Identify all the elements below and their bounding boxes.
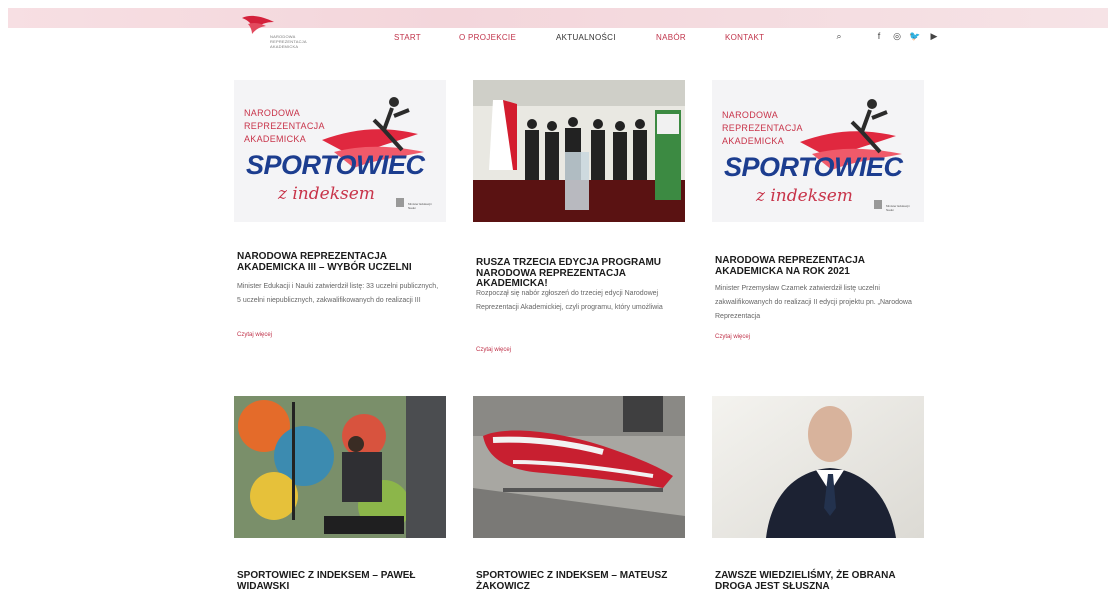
card-title[interactable]: NARODOWA REPREZENTACJA AKADEMICKA NA ROK… bbox=[715, 255, 927, 277]
card-image-sled[interactable] bbox=[473, 396, 685, 538]
read-more-link[interactable]: Czytaj więcej bbox=[476, 347, 511, 353]
news-card: SPORTOWIEC Z INDEKSEM – MATEUSZ ŻAKOWICZ bbox=[473, 396, 685, 591]
nav-nabor[interactable]: NABÓR bbox=[656, 33, 686, 42]
site-header: NARODOWA REPREZENTACJA AKADEMICKA START … bbox=[0, 15, 1116, 62]
search-icon[interactable]: ⌕ bbox=[834, 30, 844, 42]
sled-photo-icon bbox=[473, 396, 685, 538]
facebook-icon[interactable]: f bbox=[874, 30, 884, 42]
card-title[interactable]: NARODOWA REPREZENTACJA AKADEMICKA III – … bbox=[237, 251, 449, 273]
top-banner-strip bbox=[8, 8, 1108, 28]
portrait-photo-icon bbox=[712, 396, 924, 538]
logo-mark-icon bbox=[242, 15, 274, 34]
card-title[interactable]: SPORTOWIEC Z INDEKSEM – MATEUSZ ŻAKOWICZ bbox=[476, 570, 688, 592]
news-card: SPORTOWIEC Z INDEKSEM – PAWEŁ WIDAWSKI bbox=[234, 396, 446, 591]
promo-ministry: Minister Edukacji i Nauki bbox=[886, 204, 911, 212]
card-excerpt: Rozpoczął się nabór zgłoszeń do trzeciej… bbox=[476, 290, 663, 311]
gym-mural-photo-icon bbox=[234, 396, 446, 538]
card-title[interactable]: RUSZA TRZECIA EDYCJA PROGRAMU NARODOWA R… bbox=[476, 257, 688, 290]
site-logo[interactable]: NARODOWA REPREZENTACJA AKADEMICKA bbox=[240, 14, 330, 64]
news-card: NARODOWA REPREZENTACJA AKADEMICKA SPORTO… bbox=[712, 80, 924, 350]
press-conference-photo-icon bbox=[473, 80, 685, 222]
nav-kontakt[interactable]: KONTAKT bbox=[725, 33, 764, 42]
read-more-link[interactable]: Czytaj więcej bbox=[237, 332, 272, 338]
promo-script-text: z indeksem bbox=[278, 184, 375, 204]
twitter-icon[interactable]: 🐦 bbox=[909, 30, 920, 42]
card-title[interactable]: SPORTOWIEC Z INDEKSEM – PAWEŁ WIDAWSKI bbox=[237, 570, 449, 592]
promo-ministry: Minister Edukacji i Nauki bbox=[408, 202, 433, 210]
card-excerpt: Minister Edukacji i Nauki zatwierdził li… bbox=[237, 283, 439, 304]
nav-aktualnosci[interactable]: AKTUALNOŚCI bbox=[556, 33, 616, 42]
card-image-sportowiec[interactable]: NARODOWA REPREZENTACJA AKADEMICKA SPORTO… bbox=[234, 80, 446, 222]
nav-start[interactable]: START bbox=[394, 33, 421, 42]
promo-script-text: z indeksem bbox=[756, 186, 853, 206]
promo-big-text: SPORTOWIEC bbox=[724, 152, 903, 182]
card-title[interactable]: ZAWSZE WIEDZIELIŚMY, ŻE OBRANA DROGA JES… bbox=[715, 570, 927, 592]
card-image-gym-mural[interactable] bbox=[234, 396, 446, 538]
news-card: ZAWSZE WIEDZIELIŚMY, ŻE OBRANA DROGA JES… bbox=[712, 396, 924, 591]
nav-o-projekcie[interactable]: O PROJEKCIE bbox=[459, 33, 516, 42]
instagram-icon[interactable]: ◎ bbox=[892, 30, 902, 42]
read-more-link[interactable]: Czytaj więcej bbox=[715, 334, 750, 340]
news-card: NARODOWA REPREZENTACJA AKADEMICKA SPORTO… bbox=[234, 80, 446, 350]
promo-big-text: SPORTOWIEC bbox=[246, 150, 425, 180]
news-card: RUSZA TRZECIA EDYCJA PROGRAMU NARODOWA R… bbox=[473, 80, 685, 360]
logo-text: NARODOWA REPREZENTACJA AKADEMICKA bbox=[270, 34, 307, 49]
card-excerpt: Minister Przemysław Czarnek zatwierdził … bbox=[715, 285, 912, 320]
card-image-press-conference[interactable] bbox=[473, 80, 685, 222]
card-image-portrait[interactable] bbox=[712, 396, 924, 538]
youtube-icon[interactable]: ▶ bbox=[929, 30, 939, 42]
card-image-sportowiec[interactable]: NARODOWA REPREZENTACJA AKADEMICKA SPORTO… bbox=[712, 80, 924, 222]
